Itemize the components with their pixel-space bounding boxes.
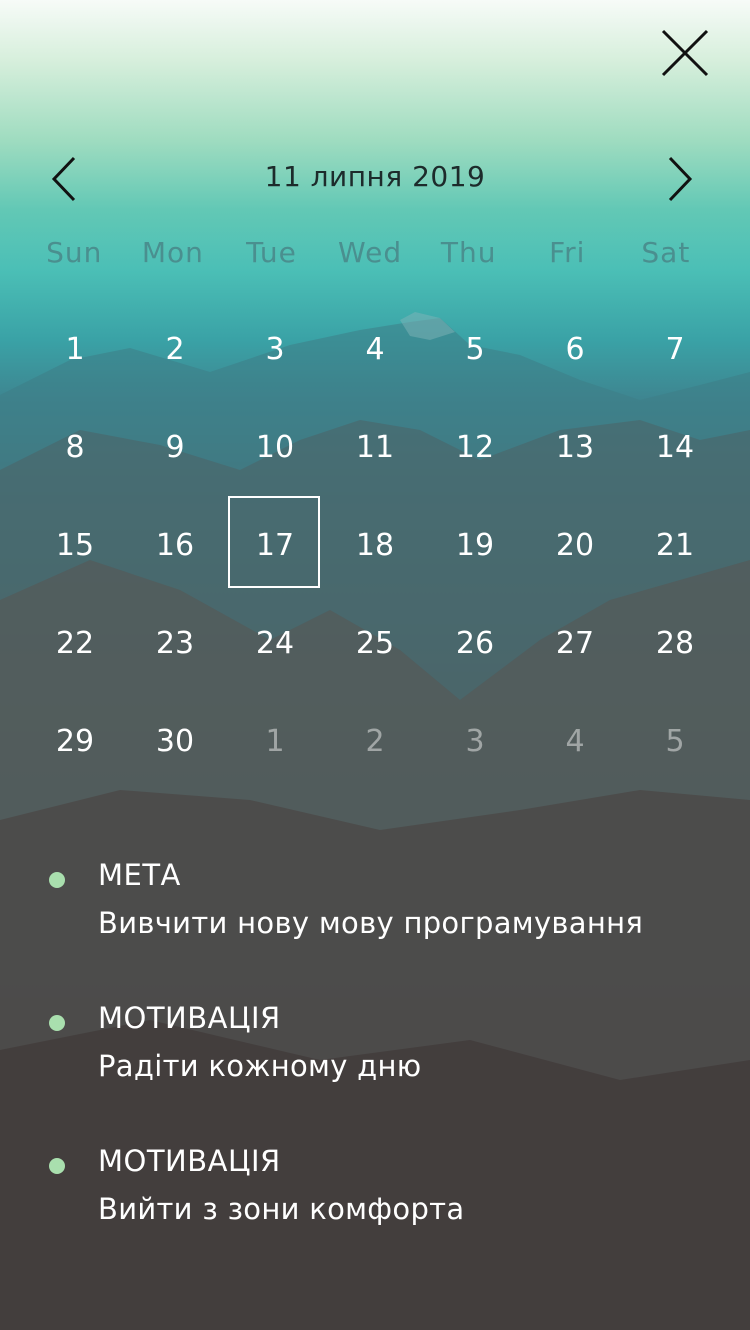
calendar-day[interactable]: 19 (425, 496, 525, 594)
event-description: Вийти з зони комфорта (98, 1192, 465, 1226)
calendar-day[interactable]: 15 (25, 496, 125, 594)
event-item[interactable]: МОТИВАЦІЯ Радіти кожному дню (0, 995, 750, 1138)
event-description: Вивчити нову мову програмування (98, 906, 644, 940)
close-icon (661, 29, 709, 77)
calendar-day[interactable]: 2 (125, 300, 225, 398)
weekday-label: Thu (440, 236, 497, 269)
calendar-day[interactable]: 30 (125, 692, 225, 790)
event-item[interactable]: МОТИВАЦІЯ Вийти з зони комфорта (0, 1138, 750, 1281)
event-list: МЕТА Вивчити нову мову програмування МОТ… (0, 852, 750, 1281)
calendar-day[interactable]: 24 (225, 594, 325, 692)
calendar-day[interactable]: 14 (625, 398, 725, 496)
calendar-day[interactable]: 20 (525, 496, 625, 594)
calendar-day[interactable]: 5 (425, 300, 525, 398)
calendar-day[interactable]: 26 (425, 594, 525, 692)
calendar-day[interactable]: 28 (625, 594, 725, 692)
event-description: Радіти кожному дню (98, 1049, 422, 1083)
calendar-day[interactable]: 27 (525, 594, 625, 692)
weekday-label: Sat (641, 236, 691, 269)
calendar-day[interactable]: 13 (525, 398, 625, 496)
calendar-day[interactable]: 25 (325, 594, 425, 692)
weekday-header-row: Sun Mon Tue Wed Thu Fri Sat (25, 236, 725, 280)
calendar-day[interactable]: 4 (325, 300, 425, 398)
event-bullet-dot (49, 872, 65, 888)
calendar-day-next-month[interactable]: 1 (225, 692, 325, 790)
calendar-day-grid: 1 2 3 4 5 6 7 8 9 10 11 12 13 14 15 16 17 18 19 20 21 22 23 24 2… (25, 300, 725, 790)
chevron-right-icon (668, 156, 693, 202)
calendar-day-selected[interactable]: 17 (225, 496, 325, 594)
weekday-label: Wed (338, 236, 403, 269)
event-title: МОТИВАЦІЯ (98, 1001, 281, 1035)
calendar-day-next-month[interactable]: 4 (525, 692, 625, 790)
calendar-day[interactable]: 3 (225, 300, 325, 398)
calendar-day[interactable]: 9 (125, 398, 225, 496)
calendar-day[interactable]: 23 (125, 594, 225, 692)
weekday-label: Sun (46, 236, 103, 269)
calendar-day-next-month[interactable]: 3 (425, 692, 525, 790)
calendar-day[interactable]: 1 (25, 300, 125, 398)
calendar-day[interactable]: 21 (625, 496, 725, 594)
weekday-label: Tue (246, 236, 297, 269)
event-item[interactable]: МЕТА Вивчити нову мову програмування (0, 852, 750, 995)
top-bar (0, 0, 750, 120)
event-title: МЕТА (98, 858, 181, 892)
calendar-day-next-month[interactable]: 2 (325, 692, 425, 790)
calendar-day[interactable]: 11 (325, 398, 425, 496)
calendar-day[interactable]: 7 (625, 300, 725, 398)
next-month-button[interactable] (660, 154, 700, 204)
event-title: МОТИВАЦІЯ (98, 1144, 281, 1178)
weekday-label: Mon (141, 236, 204, 269)
calendar-day-next-month[interactable]: 5 (625, 692, 725, 790)
calendar-day[interactable]: 18 (325, 496, 425, 594)
month-title: 11 липня 2019 (264, 160, 486, 193)
calendar-day[interactable]: 10 (225, 398, 325, 496)
close-button[interactable] (658, 26, 712, 80)
event-bullet-dot (49, 1158, 65, 1174)
calendar-day[interactable]: 6 (525, 300, 625, 398)
weekday-label: Fri (549, 236, 586, 269)
calendar-header: 11 липня 2019 (0, 148, 750, 212)
calendar-day[interactable]: 22 (25, 594, 125, 692)
event-bullet-dot (49, 1015, 65, 1031)
calendar-day[interactable]: 12 (425, 398, 525, 496)
calendar-day[interactable]: 29 (25, 692, 125, 790)
calendar-day[interactable]: 16 (125, 496, 225, 594)
calendar-day[interactable]: 8 (25, 398, 125, 496)
